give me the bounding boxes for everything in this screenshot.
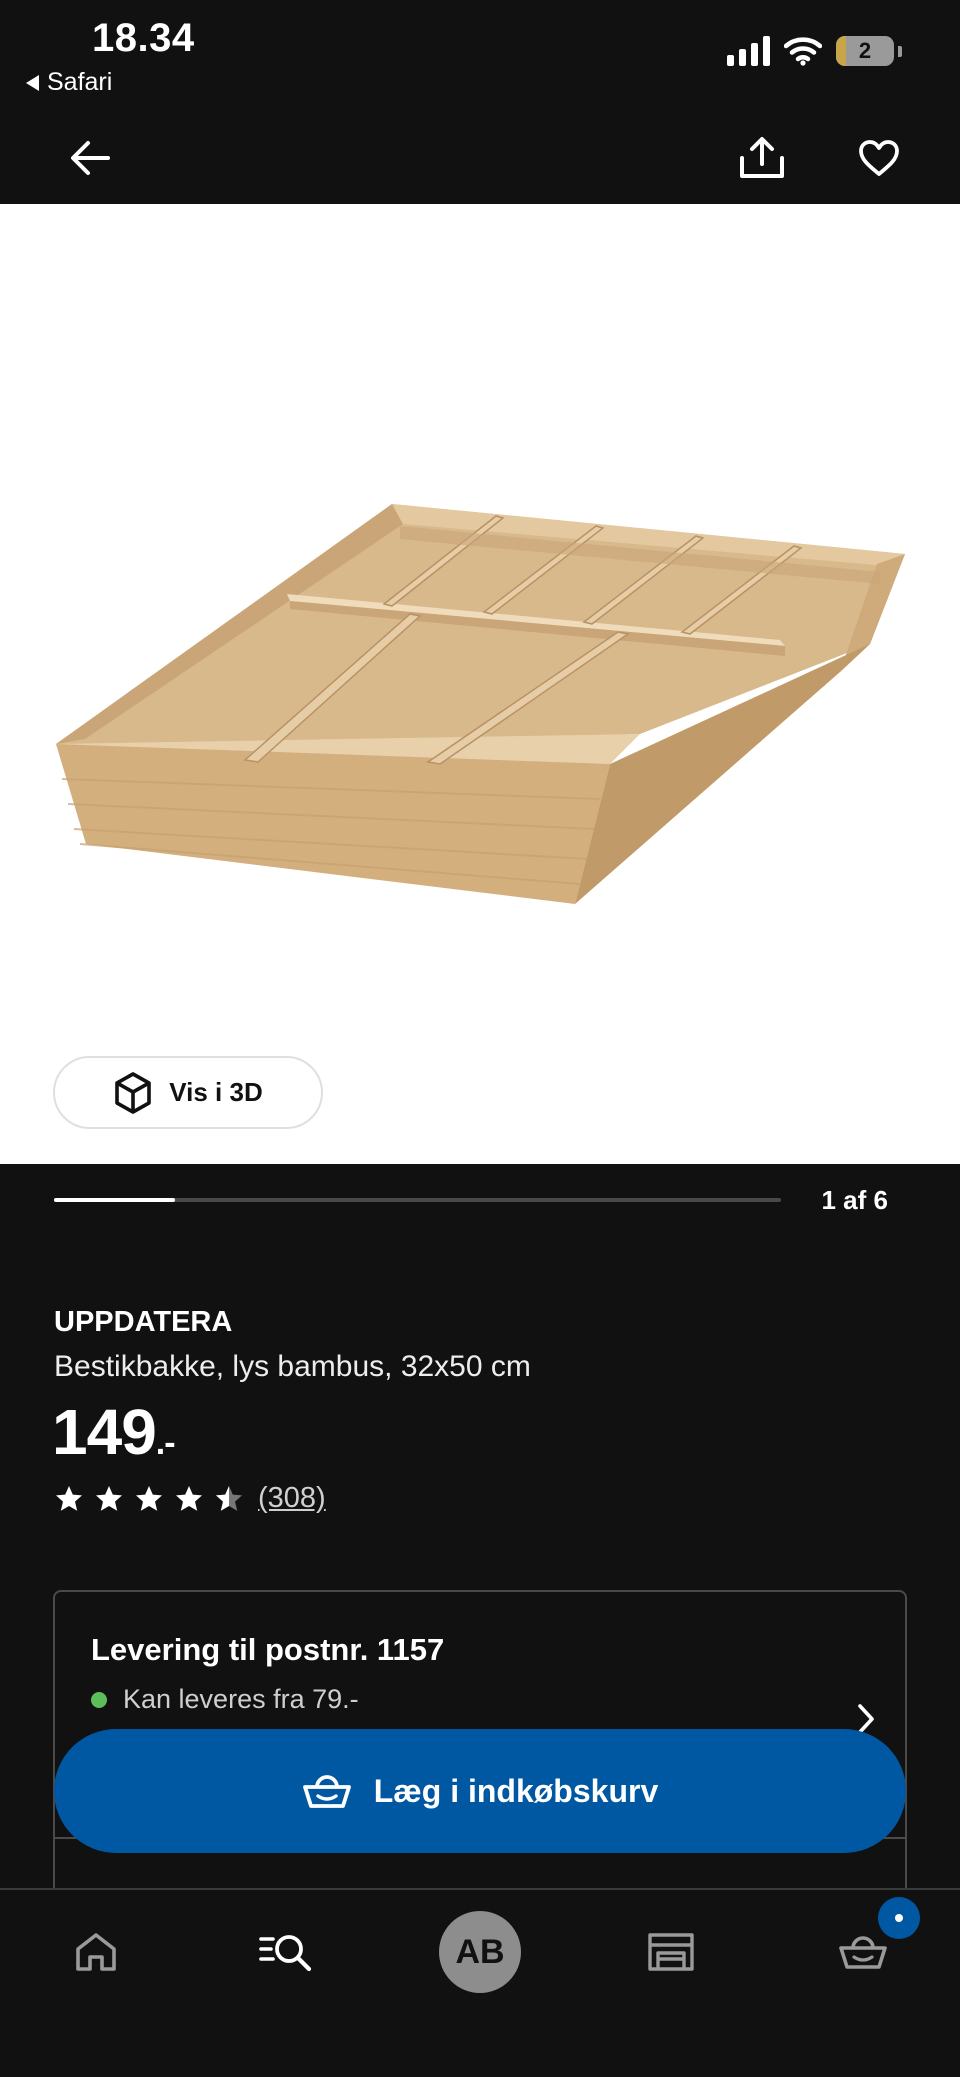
basket-icon <box>839 1936 887 1969</box>
status-bar: 18.34 Safari 2 <box>0 0 960 110</box>
store-icon <box>648 1933 694 1971</box>
battery-icon: 2 <box>836 36 894 66</box>
view-in-3d-button[interactable]: Vis i 3D <box>53 1056 323 1129</box>
product-name: UPPDATERA <box>54 1306 233 1338</box>
star-icon <box>176 1485 202 1511</box>
tab-search[interactable] <box>236 1910 336 1994</box>
rating-stars <box>54 1484 244 1514</box>
status-time: 18.34 <box>92 16 195 60</box>
product-image-carousel[interactable]: Vis i 3D <box>0 204 960 1164</box>
bottom-navigation: AB <box>0 1888 960 2077</box>
carousel-progress-track <box>54 1198 781 1202</box>
home-icon <box>76 1933 116 1971</box>
back-app-label: Safari <box>47 68 113 96</box>
avatar: AB <box>439 1911 521 1993</box>
tab-profile[interactable]: AB <box>430 1910 530 1994</box>
carousel-progress-fill <box>54 1198 176 1202</box>
battery-level: 2 <box>858 38 872 63</box>
image-counter: 1 af 6 <box>821 1185 889 1215</box>
arrow-left-icon <box>71 141 110 175</box>
top-navigation <box>0 110 960 204</box>
tab-stores[interactable] <box>621 1910 721 1994</box>
cube-3d-icon <box>115 1071 152 1114</box>
back-to-safari-link[interactable]: Safari <box>26 68 112 97</box>
tab-home[interactable] <box>46 1910 146 1994</box>
availability-dot-icon <box>91 1691 107 1708</box>
share-icon <box>740 137 784 178</box>
back-button[interactable] <box>62 130 118 186</box>
review-count-link[interactable]: (308) <box>258 1482 326 1515</box>
wifi-icon <box>784 37 822 66</box>
product-rating[interactable]: (308) <box>54 1482 326 1515</box>
favorite-button[interactable] <box>851 130 907 186</box>
back-triangle-icon <box>26 74 39 91</box>
add-to-cart-button[interactable]: Læg i indkøbskurv <box>54 1729 906 1853</box>
product-image <box>56 504 905 904</box>
add-to-cart-label: Læg i indkøbskurv <box>373 1772 659 1809</box>
delivery-title: Levering til postnr. 1157 <box>91 1632 445 1667</box>
delivery-status: Kan leveres fra 79.- <box>91 1684 359 1715</box>
cellular-signal-icon <box>727 36 770 66</box>
share-button[interactable] <box>734 130 790 186</box>
carousel-indicator: 1 af 6 <box>54 1175 906 1225</box>
search-list-icon <box>259 1935 312 1972</box>
basket-icon <box>302 1775 351 1808</box>
delivery-status-text: Kan leveres fra 79.- <box>123 1684 359 1714</box>
price-value: 149 <box>52 1396 157 1468</box>
heart-icon <box>859 140 899 176</box>
battery-cap <box>898 45 902 57</box>
star-icon <box>56 1485 82 1511</box>
price-suffix: .- <box>155 1424 176 1462</box>
star-icon <box>136 1485 162 1511</box>
cart-badge <box>878 1897 920 1939</box>
view-in-3d-label: Vis i 3D <box>169 1077 263 1107</box>
star-icon <box>216 1485 242 1511</box>
star-icon <box>96 1485 122 1511</box>
product-description: Bestikbakke, lys bambus, 32x50 cm <box>54 1350 531 1383</box>
product-price: 149.- <box>52 1395 176 1469</box>
status-indicators: 2 <box>727 36 902 66</box>
